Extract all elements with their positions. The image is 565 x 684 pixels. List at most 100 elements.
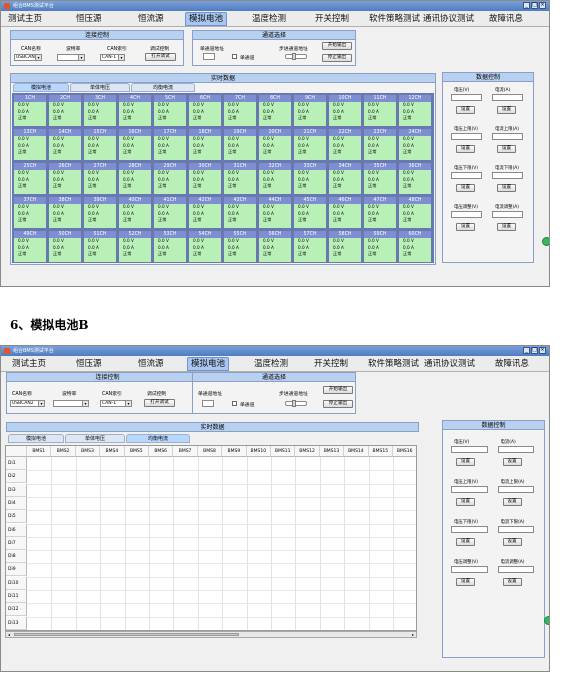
baud-select[interactable]: ▾ (57, 54, 85, 61)
value-input[interactable] (492, 172, 523, 179)
set-button[interactable]: 设置 (502, 498, 522, 506)
nav-strategy-test[interactable]: 软件策略测试 (366, 12, 423, 26)
value-input[interactable] (492, 211, 523, 218)
nav-fault-info[interactable]: 故障讯息 (492, 357, 532, 371)
set-button[interactable]: 设置 (497, 223, 516, 231)
column-header[interactable]: BMS1 (27, 446, 52, 457)
can-index-select[interactable]: CAN-1 ▾ (100, 54, 125, 61)
set-button[interactable]: 设置 (456, 538, 475, 546)
table-row[interactable]: Di3 (6, 483, 27, 497)
set-button[interactable]: 设置 (502, 538, 522, 546)
value-input[interactable] (492, 133, 523, 140)
scroll-left-icon[interactable]: ◂ (6, 632, 12, 637)
stop-output-button[interactable]: 停止输出 (323, 400, 353, 408)
table-row[interactable]: Di9 (6, 563, 27, 577)
column-header[interactable]: BMS8 (197, 446, 223, 457)
tab-sim-battery[interactable]: 模拟电池 (8, 434, 64, 443)
nav-protocol-test[interactable]: 通讯协议测试 (421, 357, 478, 371)
start-output-button[interactable]: 开始输出 (323, 386, 353, 394)
set-button[interactable]: 设置 (456, 458, 475, 466)
can-name-select[interactable]: USBCAN2 ▾ (10, 400, 45, 407)
column-header[interactable]: BMS4 (100, 446, 125, 457)
tab-cell-voltage[interactable]: 单体电压 (65, 434, 125, 443)
column-header[interactable]: BMS13 (319, 446, 345, 457)
column-header[interactable]: BMS2 (51, 446, 76, 457)
nav-strategy-test[interactable]: 软件策略测试 (365, 357, 422, 371)
table-row[interactable]: Di1 (6, 457, 27, 470)
column-header[interactable]: BMS6 (149, 446, 174, 457)
column-header[interactable]: BMS9 (222, 446, 247, 457)
value-input[interactable] (451, 566, 488, 573)
tab-balance-current[interactable]: 均衡电流 (131, 83, 195, 92)
table-row[interactable]: Di10 (6, 576, 27, 590)
single-channel-checkbox[interactable] (232, 54, 237, 59)
maximize-button[interactable]: □ (531, 2, 538, 9)
column-header[interactable]: BMS10 (246, 446, 271, 457)
value-input[interactable] (497, 486, 534, 493)
set-button[interactable]: 设置 (456, 184, 475, 192)
nav-fault-info[interactable]: 故障讯息 (486, 12, 526, 26)
table-row[interactable]: Di2 (6, 470, 27, 484)
value-input[interactable] (497, 526, 534, 533)
nav-switch-control[interactable]: 开关控制 (311, 357, 351, 371)
step-addr-slider[interactable] (285, 53, 307, 60)
value-input[interactable] (497, 446, 534, 453)
value-input[interactable] (451, 172, 482, 179)
slider-handle[interactable] (292, 53, 296, 60)
minimize-button[interactable]: _ (523, 2, 530, 9)
table-row[interactable]: Di6 (6, 523, 27, 537)
column-header[interactable]: BMS5 (124, 446, 149, 457)
open-debug-button[interactable]: 打开调试 (145, 53, 176, 61)
set-button[interactable]: 设置 (502, 578, 522, 586)
bms-table[interactable]: BMS1 BMS2 BMS3 BMS4 BMS5 BMS6 BMS7 BMS8 BMS9 BMS1… (5, 445, 417, 631)
set-button[interactable]: 设置 (456, 498, 475, 506)
value-input[interactable] (451, 133, 482, 140)
set-button[interactable]: 设置 (497, 106, 516, 114)
scroll-right-icon[interactable]: ▸ (410, 632, 416, 637)
set-button[interactable]: 设置 (456, 106, 475, 114)
slider-handle[interactable] (292, 400, 296, 407)
nav-protocol-test[interactable]: 通讯协议测试 (420, 12, 477, 26)
minimize-button[interactable]: _ (523, 347, 530, 354)
stop-output-button[interactable]: 停止输出 (322, 54, 352, 62)
tab-cell-voltage[interactable]: 单体电压 (70, 83, 130, 92)
nav-cv-source[interactable]: 恒压源 (73, 12, 105, 26)
tab-sim-battery[interactable]: 模拟电池 (13, 83, 69, 92)
table-row[interactable]: Di5 (6, 510, 27, 524)
value-input[interactable] (451, 446, 488, 453)
nav-temperature[interactable]: 温度检测 (249, 12, 289, 26)
tab-balance-current[interactable]: 均衡电流 (126, 434, 190, 443)
column-header[interactable]: BMS3 (75, 446, 101, 457)
set-button[interactable]: 设置 (456, 145, 475, 153)
maximize-button[interactable]: □ (531, 347, 538, 354)
value-input[interactable] (451, 211, 482, 218)
open-debug-button[interactable]: 打开调试 (144, 399, 175, 407)
set-button[interactable]: 设置 (502, 458, 522, 466)
nav-test-home[interactable]: 测试主页 (9, 357, 49, 371)
value-input[interactable] (492, 94, 523, 101)
table-row[interactable]: Di13 (6, 616, 27, 630)
close-button[interactable]: × (539, 2, 546, 9)
set-button[interactable]: 设置 (497, 145, 516, 153)
nav-switch-control[interactable]: 开关控制 (312, 12, 352, 26)
table-row[interactable]: Di8 (6, 550, 27, 564)
nav-sim-battery[interactable]: 模拟电池 (187, 357, 230, 371)
nav-cv-source[interactable]: 恒压源 (73, 357, 105, 371)
nav-cc-source[interactable]: 恒流源 (135, 357, 167, 371)
single-addr-input[interactable] (202, 400, 214, 407)
scrollbar-thumb[interactable] (14, 633, 239, 636)
value-input[interactable] (497, 566, 534, 573)
column-header[interactable]: BMS7 (173, 446, 198, 457)
column-header[interactable]: BMS12 (295, 446, 320, 457)
table-row[interactable]: Di4 (6, 496, 27, 510)
table-row[interactable]: Di7 (6, 536, 27, 550)
column-header[interactable]: BMS14 (344, 446, 369, 457)
value-input[interactable] (451, 486, 488, 493)
can-index-select[interactable]: CAN-1 ▾ (100, 400, 132, 407)
nav-cc-source[interactable]: 恒流源 (135, 12, 167, 26)
horizontal-scrollbar[interactable]: ◂ ▸ (5, 631, 417, 638)
single-channel-checkbox[interactable] (232, 401, 237, 406)
column-header[interactable]: BMS15 (368, 446, 393, 457)
set-button[interactable]: 设置 (497, 184, 516, 192)
value-input[interactable] (451, 94, 482, 101)
